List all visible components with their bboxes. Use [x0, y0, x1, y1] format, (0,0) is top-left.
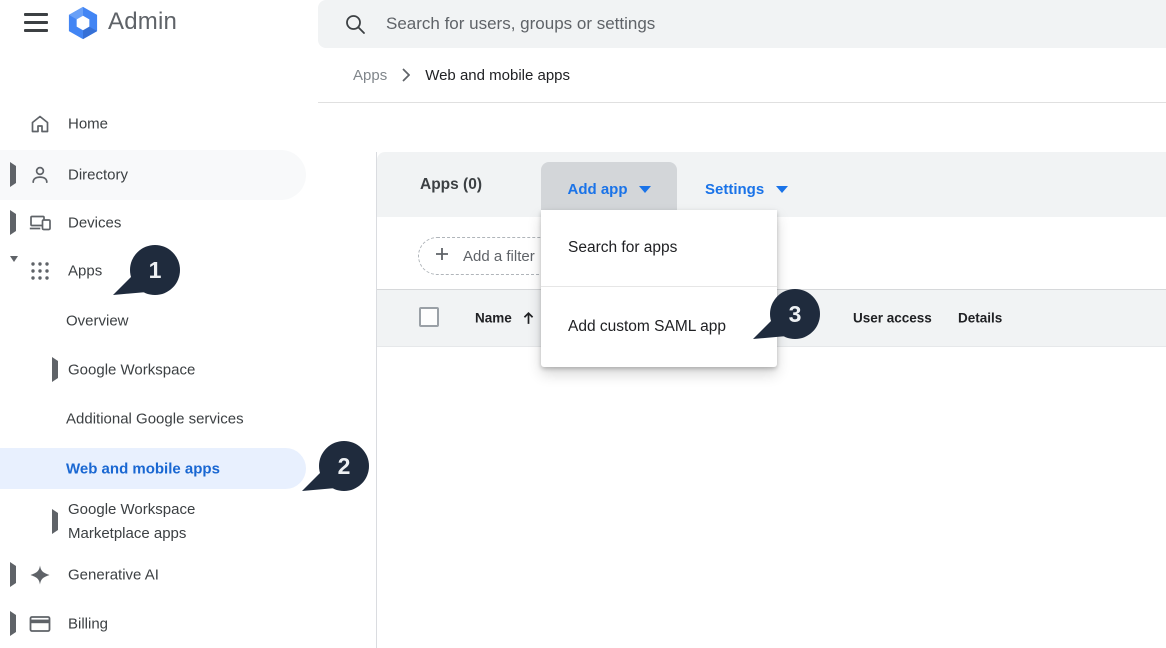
content-divider: [376, 152, 377, 648]
breadcrumb-current: Web and mobile apps: [425, 67, 570, 84]
menu-item-add-custom-saml-app[interactable]: Add custom SAML app: [541, 287, 777, 367]
sidebar-item-generative-ai[interactable]: Generative AI: [0, 555, 306, 595]
sidebar-item-label: Directory: [68, 167, 128, 184]
person-icon: [28, 163, 52, 187]
menu-item-label: Search for apps: [568, 239, 677, 257]
plus-icon: [434, 246, 450, 267]
sidebar-item-devices[interactable]: Devices: [0, 203, 306, 243]
sidebar-item-additional-google-services[interactable]: Additional Google services: [0, 399, 306, 439]
svg-text:2: 2: [338, 453, 351, 479]
settings-button-label: Settings: [705, 181, 764, 198]
sidebar-item-apps[interactable]: Apps: [0, 251, 306, 291]
hamburger-menu-icon[interactable]: [24, 13, 48, 32]
caret-down-icon: [776, 186, 788, 193]
settings-button[interactable]: Settings: [705, 162, 788, 217]
annotation-callout-2: 2: [299, 440, 371, 496]
chevron-right-icon: [402, 68, 410, 82]
apps-toolbar: Apps (0) Add app Settings: [377, 152, 1166, 217]
add-app-menu: Search for apps Add custom SAML app: [541, 210, 777, 367]
sidebar-item-label: Web and mobile apps: [66, 460, 220, 477]
credit-card-icon: [28, 612, 52, 636]
expand-caret-icon[interactable]: [52, 513, 58, 531]
home-icon: [28, 112, 52, 136]
caret-down-icon: [639, 186, 651, 193]
admin-logo-icon: [64, 4, 102, 42]
global-search-bar: [318, 0, 1166, 48]
menu-item-search-for-apps[interactable]: Search for apps: [541, 210, 777, 286]
collapse-caret-icon[interactable]: [10, 262, 18, 280]
sidebar-item-label: Billing: [68, 616, 108, 633]
devices-icon: [28, 211, 52, 235]
add-app-button[interactable]: Add app: [541, 162, 677, 217]
sidebar-item-google-workspace[interactable]: Google Workspace: [0, 350, 306, 390]
expand-caret-icon[interactable]: [10, 166, 16, 184]
sidebar-item-label: Overview: [66, 313, 129, 330]
expand-caret-icon[interactable]: [10, 214, 16, 232]
breadcrumb-parent-link[interactable]: Apps: [353, 67, 387, 84]
sidebar-item-web-and-mobile-apps[interactable]: Web and mobile apps: [0, 448, 306, 489]
sidebar-item-label: Google Workspace Marketplace apps: [68, 498, 243, 546]
expand-caret-icon[interactable]: [52, 361, 58, 379]
sparkle-icon: [28, 563, 52, 587]
product-title: Admin: [108, 8, 177, 36]
sidebar-item-label: Apps: [68, 263, 102, 280]
add-filter-label: Add a filter: [463, 248, 535, 265]
sidebar-item-label: Generative AI: [68, 567, 159, 584]
menu-item-label: Add custom SAML app: [568, 318, 726, 336]
apps-grid-icon: [28, 259, 52, 283]
sidebar-item-label: Additional Google services: [66, 411, 244, 428]
add-app-button-label: Add app: [568, 181, 628, 198]
sidebar-item-billing[interactable]: Billing: [0, 604, 306, 644]
sidebar-item-label: Home: [68, 116, 108, 133]
column-header-name[interactable]: Name: [475, 311, 512, 326]
sidebar-item-label: Google Workspace: [68, 362, 195, 379]
column-header-user-access: User access: [853, 311, 932, 326]
sidebar-item-label: Devices: [68, 215, 121, 232]
sidebar-item-directory[interactable]: Directory: [0, 150, 306, 200]
search-input[interactable]: [386, 0, 1106, 48]
sidebar-item-home[interactable]: Home: [0, 104, 306, 144]
sort-ascending-icon[interactable]: [521, 311, 536, 326]
expand-caret-icon[interactable]: [10, 566, 16, 584]
sidebar-item-overview[interactable]: Overview: [0, 301, 306, 341]
google-admin-console: Admin Apps Web and mobile apps Home: [0, 0, 1166, 648]
search-icon: [344, 13, 366, 35]
breadcrumb: Apps Web and mobile apps: [318, 48, 1166, 103]
select-all-checkbox[interactable]: [419, 307, 439, 327]
expand-caret-icon[interactable]: [10, 615, 16, 633]
apps-count-title: Apps (0): [420, 176, 482, 194]
sidebar-item-marketplace-apps[interactable]: Google Workspace Marketplace apps: [0, 495, 306, 549]
column-header-details: Details: [958, 311, 1002, 326]
